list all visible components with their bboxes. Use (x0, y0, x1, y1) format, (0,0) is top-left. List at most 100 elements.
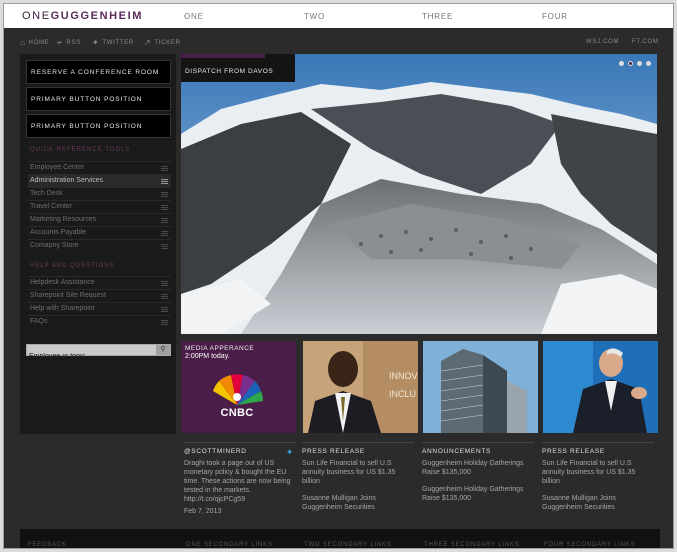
sidebar-menu-item[interactable]: Comapny Store (28, 239, 171, 252)
utility-rss-label: RSS (66, 40, 81, 46)
executive-photo: INNOV INCLU (303, 341, 418, 433)
menu-icon (161, 166, 168, 172)
sidebar-menu-item[interactable]: FAQs (28, 315, 171, 328)
twitter-icon[interactable]: ✦ (286, 447, 294, 458)
search-icon[interactable]: ⚲ (156, 345, 170, 355)
sidebar-item-label: Helpdesk Assistance (30, 279, 95, 286)
sidebar-menu-item[interactable]: Help with Sharepoint (28, 302, 171, 315)
press-item-1[interactable]: Sun Life Financial to sell U.S annuity b… (302, 459, 414, 486)
sidebar-item-label: Sharepoint Site Request (30, 292, 106, 299)
sidebar-item-label: FAQs (30, 318, 48, 325)
speaker-photo (543, 341, 658, 433)
sidebar-menu-item[interactable]: Administration Services (28, 174, 171, 187)
feedback-link[interactable]: FEEDBACK (28, 542, 67, 548)
footer-link-two[interactable]: TWO SECONDARY LINKS (304, 542, 392, 548)
footer-link-one[interactable]: ONE SECONDARY LINKS (186, 542, 273, 548)
cnbc-logo: CNBC (220, 407, 254, 419)
utility-ticker-label: TICKER (154, 40, 181, 46)
carousel-dot[interactable] (637, 61, 642, 66)
reserve-conference-room-button[interactable]: RESERVE A CONFERENCE ROOM (26, 60, 171, 84)
press-item-3[interactable]: Sun Life Financial to sell U.S annuity b… (542, 459, 654, 486)
brand-bold: GUGGENHEIM (50, 10, 144, 22)
sidebar-item-label: Help with Sharepoint (30, 305, 95, 312)
quick-reference-heading: QUICK REFERENCE TOOLS (30, 147, 131, 153)
hero-label: DISPATCH FROM DAVOS (181, 54, 295, 82)
ticker-icon: ↗ (144, 38, 152, 47)
footer-link-four[interactable]: FOUR SECONDARY LINKS (544, 542, 635, 548)
home-icon: ⌂ (20, 38, 26, 47)
carousel-dot[interactable] (628, 61, 633, 66)
announcement-item-1[interactable]: Guggenheim Holiday Gatherings Raise $135… (422, 459, 534, 477)
brand-light: ONE (22, 10, 51, 22)
utility-rss[interactable]: ≁ RSS (56, 39, 81, 47)
press-photo-tile[interactable]: INNOV INCLU (303, 341, 418, 433)
carousel-dots (619, 61, 651, 66)
sidebar-menu-item[interactable]: Accounts Payable (28, 226, 171, 239)
carousel-dot[interactable] (646, 61, 651, 66)
press-release-heading[interactable]: PRESS RELEASE (302, 442, 414, 459)
tweet-date: Feb 7, 2013 (184, 508, 222, 515)
utility-home[interactable]: ⌂ HOME (20, 39, 49, 47)
menu-icon (161, 294, 168, 300)
menu-icon (161, 320, 168, 326)
wall-text-2: INCLU (389, 389, 416, 399)
help-questions-heading: HELP AND QUESTIONS (30, 263, 115, 269)
hero-carousel[interactable]: DISPATCH FROM DAVOS (181, 54, 657, 334)
sidebar-menu-item[interactable]: Travel Center (28, 200, 171, 213)
menu-icon (161, 205, 168, 211)
sidebar-menu-item[interactable]: Employee Center (28, 161, 171, 174)
sidebar-menu-item[interactable]: Tech Desk (28, 187, 171, 200)
help-questions-list: Helpdesk Assistance Sharepoint Site Reque… (28, 276, 171, 328)
menu-icon (161, 281, 168, 287)
twitter-icon: ✦ (92, 38, 100, 47)
announcements-column: ANNOUNCEMENTS Guggenheim Holiday Gatheri… (422, 442, 534, 503)
announcement-item-2[interactable]: Guggenheim Holiday Gatherings Raise $135… (422, 485, 534, 503)
press-release-heading-2[interactable]: PRESS RELEASE (542, 442, 654, 459)
wall-text-1: INNOV (389, 371, 418, 381)
brand-logo[interactable]: ONEGUGGENHEIM (22, 10, 143, 22)
footer-link-three[interactable]: THREE SECONDARY LINKS (424, 542, 520, 548)
menu-icon (161, 244, 168, 250)
nav-four[interactable]: FOUR (542, 12, 568, 21)
utility-wsj-link[interactable]: WSJ.COM (586, 39, 619, 45)
sidebar-item-label: Employee Center (30, 164, 85, 171)
tile-subtitle: 2:00PM today. (185, 353, 230, 360)
speaker-photo-tile[interactable] (543, 341, 658, 433)
press-item-2[interactable]: Susanne Mulligan Joins Guggenheim Securi… (302, 494, 414, 512)
top-header: ONEGUGGENHEIM ONE TWO THREE FOUR (4, 4, 673, 28)
sidebar-menu-item[interactable]: Sharepoint Site Request (28, 289, 171, 302)
building-photo (423, 341, 538, 433)
carousel-dot[interactable] (619, 61, 624, 66)
media-appearance-tile[interactable]: MEDIA APPERANCE 2:00PM today. CNBC (181, 341, 296, 433)
utility-home-label: HOME (28, 40, 50, 46)
menu-icon (161, 179, 168, 185)
utility-twitter[interactable]: ✦ TWITTER (92, 39, 134, 47)
menu-icon (161, 307, 168, 313)
building-photo-tile[interactable] (423, 341, 538, 433)
twitter-column: @SCOTTMINERD ✦ Draghi took a page out of … (184, 442, 296, 516)
primary-button-2[interactable]: PRIMARY BUTTON POSITION (26, 114, 171, 138)
menu-icon (161, 231, 168, 237)
twitter-heading[interactable]: @SCOTTMINERD ✦ (184, 442, 296, 459)
search-input[interactable] (27, 351, 155, 362)
utility-ticker[interactable]: ↗ TICKER (144, 39, 181, 47)
nav-two[interactable]: TWO (304, 12, 325, 21)
announcements-heading[interactable]: ANNOUNCEMENTS (422, 442, 534, 459)
sidebar-menu-item[interactable]: Marketing Resources (28, 213, 171, 226)
sidebar: RESERVE A CONFERENCE ROOM PRIMARY BUTTON… (20, 54, 176, 434)
utility-ft-link[interactable]: FT.COM (632, 39, 659, 45)
tile-title: MEDIA APPERANCE (185, 345, 255, 352)
press-item-4[interactable]: Susanne Mulligan Joins Guggenheim Securi… (542, 494, 654, 512)
twitter-heading-text: @SCOTTMINERD (184, 448, 247, 455)
sidebar-item-label: Travel Center (30, 203, 73, 210)
primary-button-1[interactable]: PRIMARY BUTTON POSITION (26, 87, 171, 111)
sidebar-item-label: Accounts Payable (30, 229, 87, 236)
nav-one[interactable]: ONE (184, 12, 204, 21)
sidebar-menu-item[interactable]: Helpdesk Assistance (28, 276, 171, 289)
hero-image (181, 54, 657, 334)
sidebar-item-label: Marketing Resources (30, 216, 97, 223)
sidebar-item-label: Comapny Store (30, 242, 79, 249)
quick-reference-list: Employee Center Administration Services Te… (28, 161, 171, 252)
footer-bar: FEEDBACK ONE SECONDARY LINKS TWO SECONDA… (20, 529, 660, 548)
nav-three[interactable]: THREE (422, 12, 453, 21)
